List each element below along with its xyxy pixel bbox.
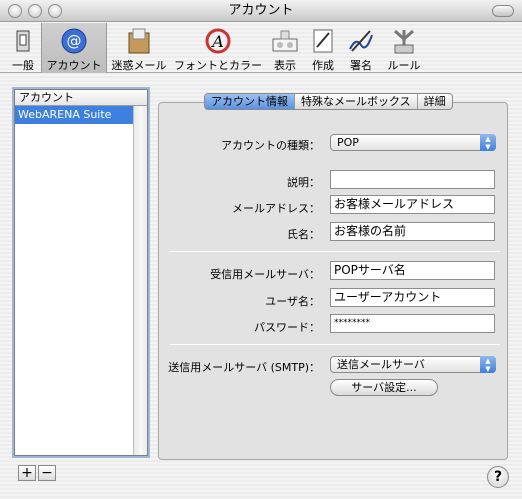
popup-arrows-icon: ▲ ▼ [480,134,496,151]
toolbar-label: ルール [387,59,421,72]
password-label: パスワード： [254,321,320,334]
toolbar-item-general[interactable]: 一般 [8,23,38,73]
incoming-server-field[interactable]: POPサーバ名 [330,261,495,280]
toolbar: 一般 @ アカウント 迷惑メール A フォントとカラー 表示 作成 署名 ルール [0,23,522,73]
at-sign-icon: @ [61,28,87,54]
svg-text:A: A [210,32,224,51]
tab-account-info[interactable]: アカウント情報 [205,94,295,109]
tab-advanced[interactable]: 詳細 [418,94,452,109]
separator [170,344,500,345]
toolbar-label: 迷惑メール [111,59,167,72]
toolbar-item-compose[interactable]: 作成 [306,23,340,73]
toolbar-item-accounts[interactable]: @ アカウント [41,23,107,73]
email-field[interactable]: お客様メールアドレス [330,195,495,214]
toolbar-label: 署名 [350,59,372,72]
add-account-button[interactable]: + [18,465,36,481]
remove-account-button[interactable]: − [38,465,56,481]
rules-icon [394,29,414,54]
toolbar-item-view[interactable]: 表示 [268,23,302,73]
fullname-field[interactable]: お客様の名前 [330,222,495,241]
toolbar-label: 一般 [12,59,34,72]
fullname-label: 氏名： [287,228,320,241]
account-list[interactable]: アカウント WebARENA Suite [14,89,148,456]
username-label: ユーザ名： [265,295,320,308]
toolbar-toggle-button[interactable] [492,5,514,17]
switch-icon [16,30,30,52]
toolbar-label: 表示 [274,59,296,72]
username-field[interactable]: ユーザーアカウント [330,288,495,307]
smtp-label: 送信用メールサーバ (SMTP)： [168,361,320,374]
help-button[interactable]: ? [487,466,509,488]
account-type-label: アカウントの種類： [221,139,320,152]
list-item[interactable]: WebARENA Suite [15,106,147,124]
account-type-popup[interactable]: POP ▲ ▼ [330,134,496,151]
toolbar-item-rules[interactable]: ルール [384,23,424,73]
toolbar-item-fonts-colors[interactable]: A フォントとカラー [172,23,264,73]
preferences-window: アカウント 一般 @ アカウント 迷惑メール A フォントとカラー 表示 作成 … [0,0,522,499]
svg-text:@: @ [67,32,82,50]
tab-bar: アカウント情報 特殊なメールボックス 詳細 [204,93,453,110]
toolbar-label: 作成 [312,59,334,72]
smtp-popup[interactable]: 送信メールサーバ ▲ ▼ [330,356,496,373]
toolbar-item-junk-mail[interactable]: 迷惑メール [110,23,168,73]
junk-mail-icon [128,28,150,54]
account-type-value: POP [337,136,359,149]
description-label: 説明： [287,176,320,189]
email-label: メールアドレス： [232,202,320,215]
signature-icon [349,30,373,52]
window-title: アカウント [228,3,294,18]
toolbar-label: アカウント [46,59,102,72]
toolbar-item-signatures[interactable]: 署名 [344,23,378,73]
compose-icon [313,29,333,53]
view-icon [272,30,298,52]
account-list-header: アカウント [15,90,147,106]
separator [170,251,500,252]
close-window-button[interactable] [8,4,22,18]
incoming-server-label: 受信用メールサーバ： [210,268,320,281]
smtp-value: 送信メールサーバ [337,358,425,371]
server-settings-button[interactable]: サーバ設定... [330,379,438,396]
minimize-window-button[interactable] [28,4,42,18]
toolbar-label: フォントとカラー [174,59,262,72]
title-bar: アカウント [0,0,522,22]
description-field[interactable] [330,170,495,189]
tab-special-mailboxes[interactable]: 特殊なメールボックス [295,94,418,109]
font-color-icon: A [205,28,231,54]
popup-arrows-icon: ▲ ▼ [480,356,496,373]
password-field[interactable]: ******** [330,314,495,333]
zoom-window-button[interactable] [48,4,62,18]
